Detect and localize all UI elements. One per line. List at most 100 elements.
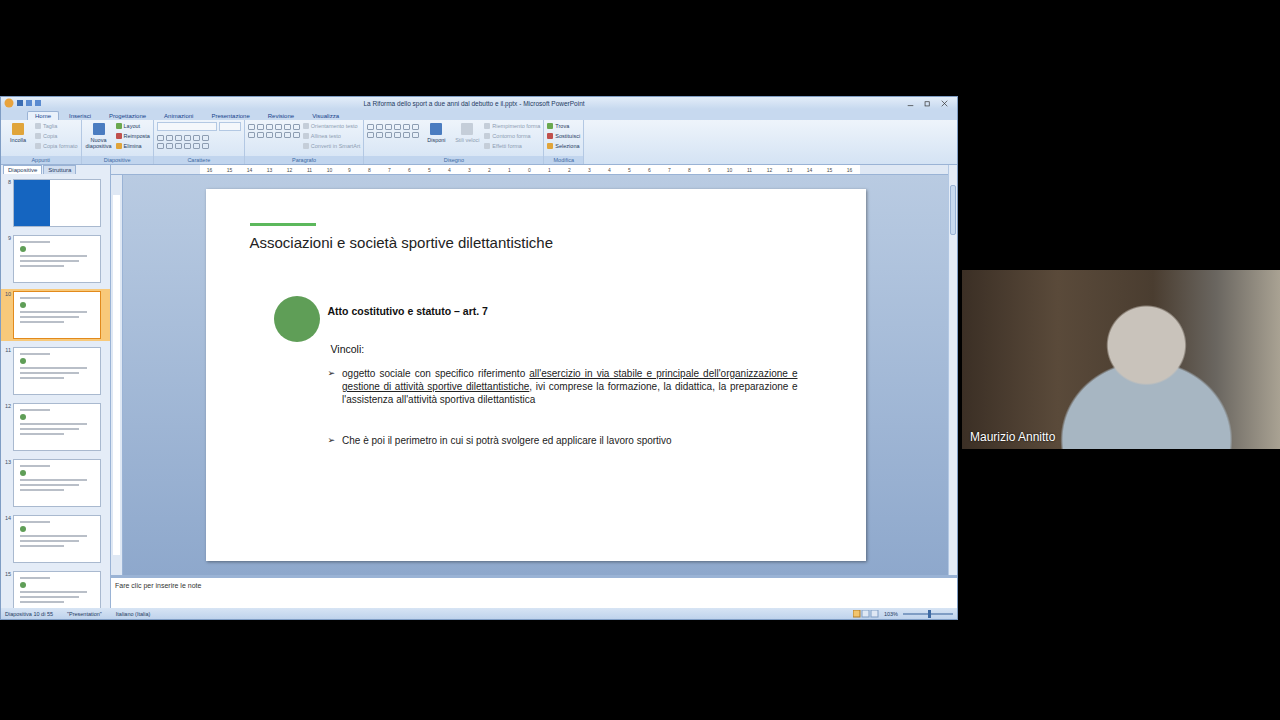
tool-icon[interactable] [403,124,410,130]
format-icon[interactable] [157,143,164,149]
participant-name: Maurizio Annitto [970,430,1055,444]
tool-icon[interactable] [385,124,392,130]
ribbon-large-button[interactable]: Nuova diapositiva [85,122,113,149]
close-icon[interactable] [941,100,948,107]
slide-preview [13,235,101,283]
minimize-icon[interactable] [907,100,914,107]
ribbon-small-button[interactable]: Elimina [116,142,150,150]
tool-icon[interactable] [284,124,291,130]
tool-icon[interactable] [248,132,255,138]
ribbon-large-button[interactable]: Stili veloci [453,122,481,143]
font-size-field[interactable] [219,122,241,131]
language[interactable]: Italiano (Italia) [116,611,151,617]
ribbon-small-button[interactable]: Layout [116,122,150,130]
tool-icon[interactable] [394,132,401,138]
tool-icon[interactable] [248,124,255,130]
format-icon[interactable] [175,135,182,141]
format-icon[interactable] [193,135,200,141]
slide-thumbnail[interactable]: 9 [1,233,110,285]
font-name-field[interactable] [157,122,217,131]
ribbon-small-button[interactable]: Orientamento testo [303,122,361,130]
ribbon-tab[interactable]: Inserisci [61,111,99,120]
tool-icon[interactable] [293,124,300,130]
bullet[interactable]: ➢oggetto sociale con specifico riferimen… [328,367,798,406]
bullet[interactable]: ➢Che è poi il perimetro in cui si potrà … [328,434,798,447]
tool-icon[interactable] [412,132,419,138]
ribbon-tab[interactable]: Revisione [260,111,302,120]
office-button-icon[interactable] [4,98,14,108]
tool-icon[interactable] [284,132,291,138]
green-circle [274,296,320,342]
ribbon-small-button[interactable]: Copia [35,132,78,140]
format-icon[interactable] [184,143,191,149]
ribbon-tab[interactable]: Animazioni [156,111,201,120]
format-icon[interactable] [157,135,164,141]
slide-thumbnail[interactable]: 15 [1,569,110,608]
restore-icon[interactable] [924,100,931,107]
tool-icon[interactable] [412,124,419,130]
zoom-slider[interactable] [903,613,953,615]
notes-pane[interactable]: Fare clic per inserire le note [111,575,957,608]
slide-thumbnail[interactable]: 10 [1,289,110,341]
slides-pane: DiapositiveStruttura 8 9 1011121314 15 [1,165,111,608]
tool-icon[interactable] [403,132,410,138]
pane-tab[interactable]: Struttura [43,165,76,174]
slide-thumbnail[interactable]: 11 [1,345,110,397]
tool-icon[interactable] [367,124,374,130]
slide-thumbnail[interactable]: 13 [1,457,110,509]
ribbon-group: Carattere [154,120,245,164]
ribbon-large-button[interactable]: Incolla [4,122,32,143]
format-icon[interactable] [193,143,200,149]
ribbon-small-button[interactable]: Trova [547,122,580,130]
slide[interactable]: Associazioni e società sportive dilettan… [206,189,866,561]
tool-icon[interactable] [367,132,374,138]
tool-icon[interactable] [266,124,273,130]
ribbon-tab[interactable]: Progettazione [101,111,154,120]
ribbon-small-button[interactable]: Reimposta [116,132,150,140]
slide-number: 9 [2,235,11,241]
tool-icon[interactable] [257,132,264,138]
format-icon[interactable] [184,135,191,141]
view-icon[interactable] [853,610,879,618]
tool-icon[interactable] [275,124,282,130]
pane-tab[interactable]: Diapositive [3,165,42,174]
ribbon-small-button[interactable]: Seleziona [547,142,580,150]
ribbon-small-button[interactable]: Effetti forma [484,142,540,150]
ribbon-tab[interactable]: Visualizza [304,111,347,120]
tool-icon[interactable] [376,132,383,138]
tool-icon[interactable] [293,132,300,138]
ribbon-group: Nuova diapositivaLayoutReimpostaEliminaD… [82,120,154,164]
format-icon[interactable] [202,143,209,149]
format-icon[interactable] [202,135,209,141]
ribbon-small-button[interactable]: Contorno forma [484,132,540,140]
tool-icon[interactable] [394,124,401,130]
slide-title[interactable]: Associazioni e società sportive dilettan… [250,234,798,251]
quick-access-icon[interactable] [17,99,41,107]
tool-icon[interactable] [257,124,264,130]
ribbon-small-button[interactable]: Sostituisci [547,132,580,140]
ribbon-small-button[interactable]: Riempimento forma [484,122,540,130]
slide-heading[interactable]: Atto costitutivo e statuto – art. 7 [328,305,798,317]
ribbon-small-button[interactable]: Converti in SmartArt [303,142,361,150]
format-icon[interactable] [175,143,182,149]
ribbon-small-button[interactable]: Taglia [35,122,78,130]
ribbon-tab[interactable]: Presentazione [203,111,257,120]
ribbon-small-button[interactable]: Allinea testo [303,132,361,140]
zoom-level[interactable]: 103% [884,611,898,617]
slide-thumbnail[interactable]: 14 [1,513,110,565]
format-icon[interactable] [166,135,173,141]
ribbon-large-button[interactable]: Disponi [422,122,450,143]
tool-icon[interactable] [275,132,282,138]
slide-subheading[interactable]: Vincoli: [331,343,798,355]
slide-thumbnail[interactable]: 12 [1,401,110,453]
webcam-video: Maurizio Annitto [962,270,1280,449]
slide-thumbnail[interactable]: 8 [1,177,110,229]
tool-icon[interactable] [266,132,273,138]
tool-icon[interactable] [376,124,383,130]
vertical-scrollbar[interactable] [948,165,957,575]
tool-icon[interactable] [385,132,392,138]
format-icon[interactable] [166,143,173,149]
slide-preview [13,571,101,608]
ribbon-small-button[interactable]: Copia formato [35,142,78,150]
ribbon-tab[interactable]: Home [27,111,59,120]
